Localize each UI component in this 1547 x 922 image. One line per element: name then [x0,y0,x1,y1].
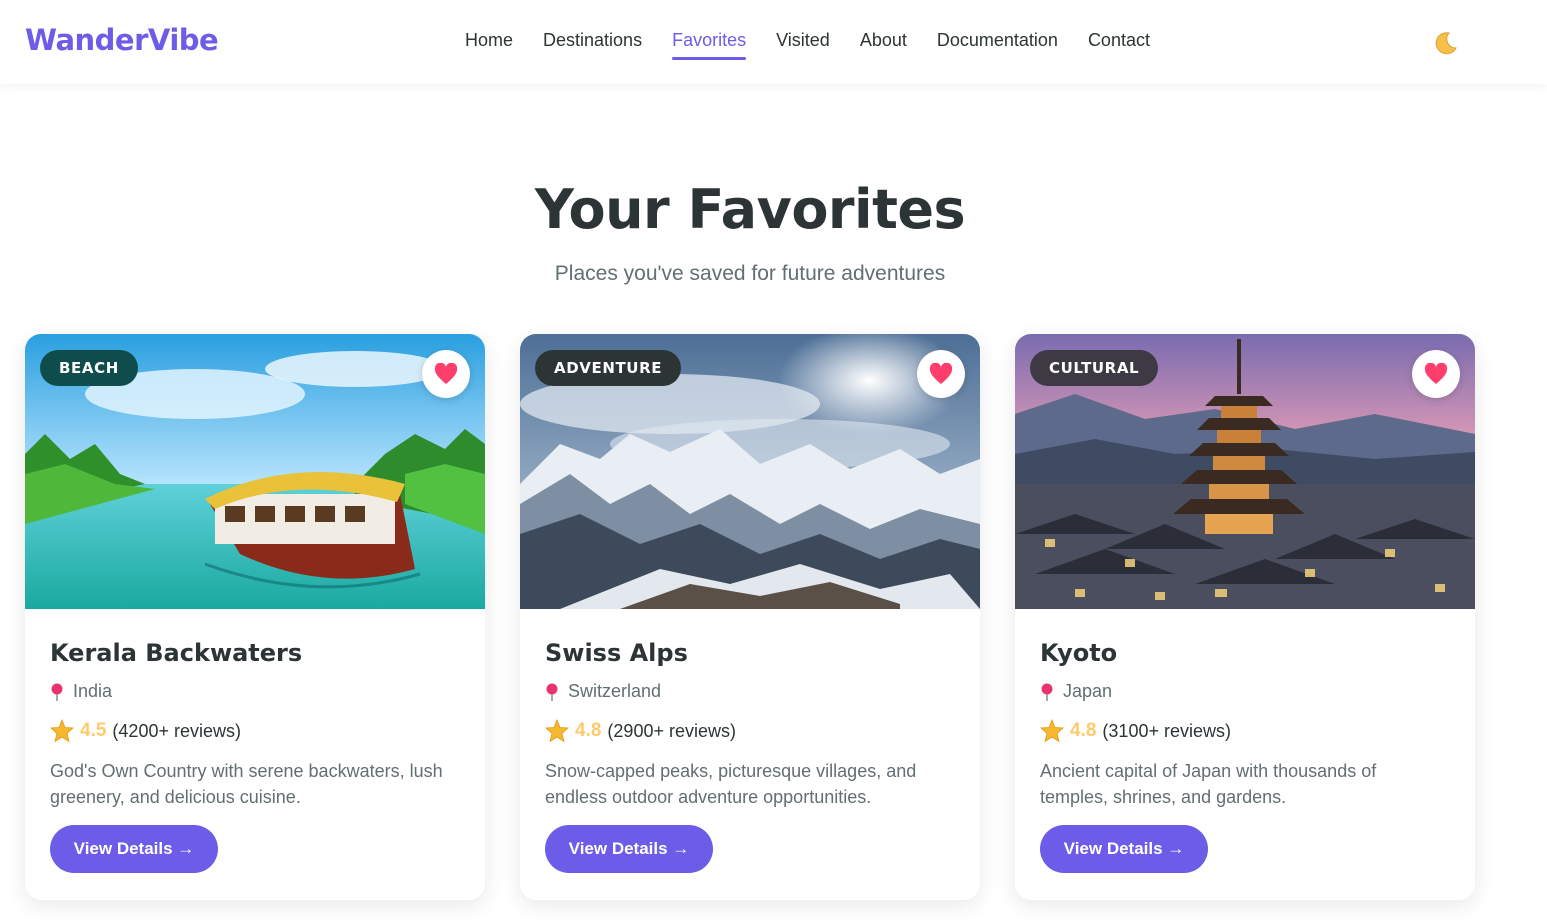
top-navbar: WanderVibe Home Destinations Favorites V… [0,0,1547,84]
theme-toggle-button[interactable] [1430,28,1460,58]
card-rating: 4.5 (4200+ reviews) [50,719,241,743]
map-pin-icon [546,683,558,701]
page-title: Your Favorites [534,178,966,241]
card-title[interactable]: Kyoto [1040,639,1117,667]
nav-link-contact[interactable]: Contact [1088,30,1150,60]
heart-icon [434,363,458,384]
destination-card: BEACH Kerala Backwaters India 4.5 (4200+… [25,334,485,900]
favorite-button[interactable] [917,350,965,398]
card-location: Japan [1040,681,1112,702]
card-rating: 4.8 (3100+ reviews) [1040,719,1231,743]
location-text: Japan [1063,681,1113,701]
card-title[interactable]: Swiss Alps [545,639,688,667]
rating-value: 4.5 [80,720,107,741]
nav-link-about[interactable]: About [860,30,907,60]
category-badge: ADVENTURE [535,350,682,386]
review-count: (3100+ reviews) [1102,720,1231,741]
card-description: Ancient capital of Japan with thousands … [1040,761,1377,807]
nav-link-destinations[interactable]: Destinations [543,30,642,60]
favorite-button[interactable] [422,350,470,398]
nav-link-favorites[interactable]: Favorites [672,30,747,60]
location-text: India [73,681,113,701]
rating-value: 4.8 [1070,720,1097,741]
star-icon [545,719,569,743]
review-count: (2900+ reviews) [607,720,736,741]
heart-icon [929,363,953,384]
star-icon [1040,719,1064,743]
favorite-button[interactable] [1412,350,1460,398]
view-details-button[interactable]: View Details → [50,825,218,873]
card-location: Switzerland [545,681,661,702]
category-badge: CULTURAL [1030,350,1159,386]
nav-link-home[interactable]: Home [465,30,513,60]
map-pin-icon [51,683,63,701]
card-description: God's Own Country with serene backwaters… [50,761,443,807]
view-details-button[interactable]: View Details → [1040,825,1208,873]
nav-link-documentation[interactable]: Documentation [937,30,1058,60]
review-count: (4200+ reviews) [112,720,241,741]
destination-card: CULTURAL Kyoto Japan 4.8 (3100+ reviews)… [1015,334,1475,900]
card-rating: 4.8 (2900+ reviews) [545,719,736,743]
map-pin-icon [1041,683,1053,701]
card-title[interactable]: Kerala Backwaters [50,639,302,667]
view-details-button[interactable]: View Details → [545,825,713,873]
location-text: Switzerland [568,681,662,701]
card-location: India [50,681,112,702]
heart-icon [1424,363,1448,384]
star-icon [50,719,74,743]
brand-logo[interactable]: WanderVibe [25,23,219,57]
category-badge: BEACH [40,350,138,386]
rating-value: 4.8 [575,720,602,741]
card-description: Snow-capped peaks, picturesque villages,… [545,761,917,807]
nav-link-visited[interactable]: Visited [776,30,830,60]
moon-icon [1435,32,1457,55]
destination-card: ADVENTURE Swiss Alps Switzerland 4.8 (29… [520,334,980,900]
page-subtitle: Places you've saved for future adventure… [554,262,946,285]
main-nav: Home Destinations Favorites Visited Abou… [465,30,1150,60]
